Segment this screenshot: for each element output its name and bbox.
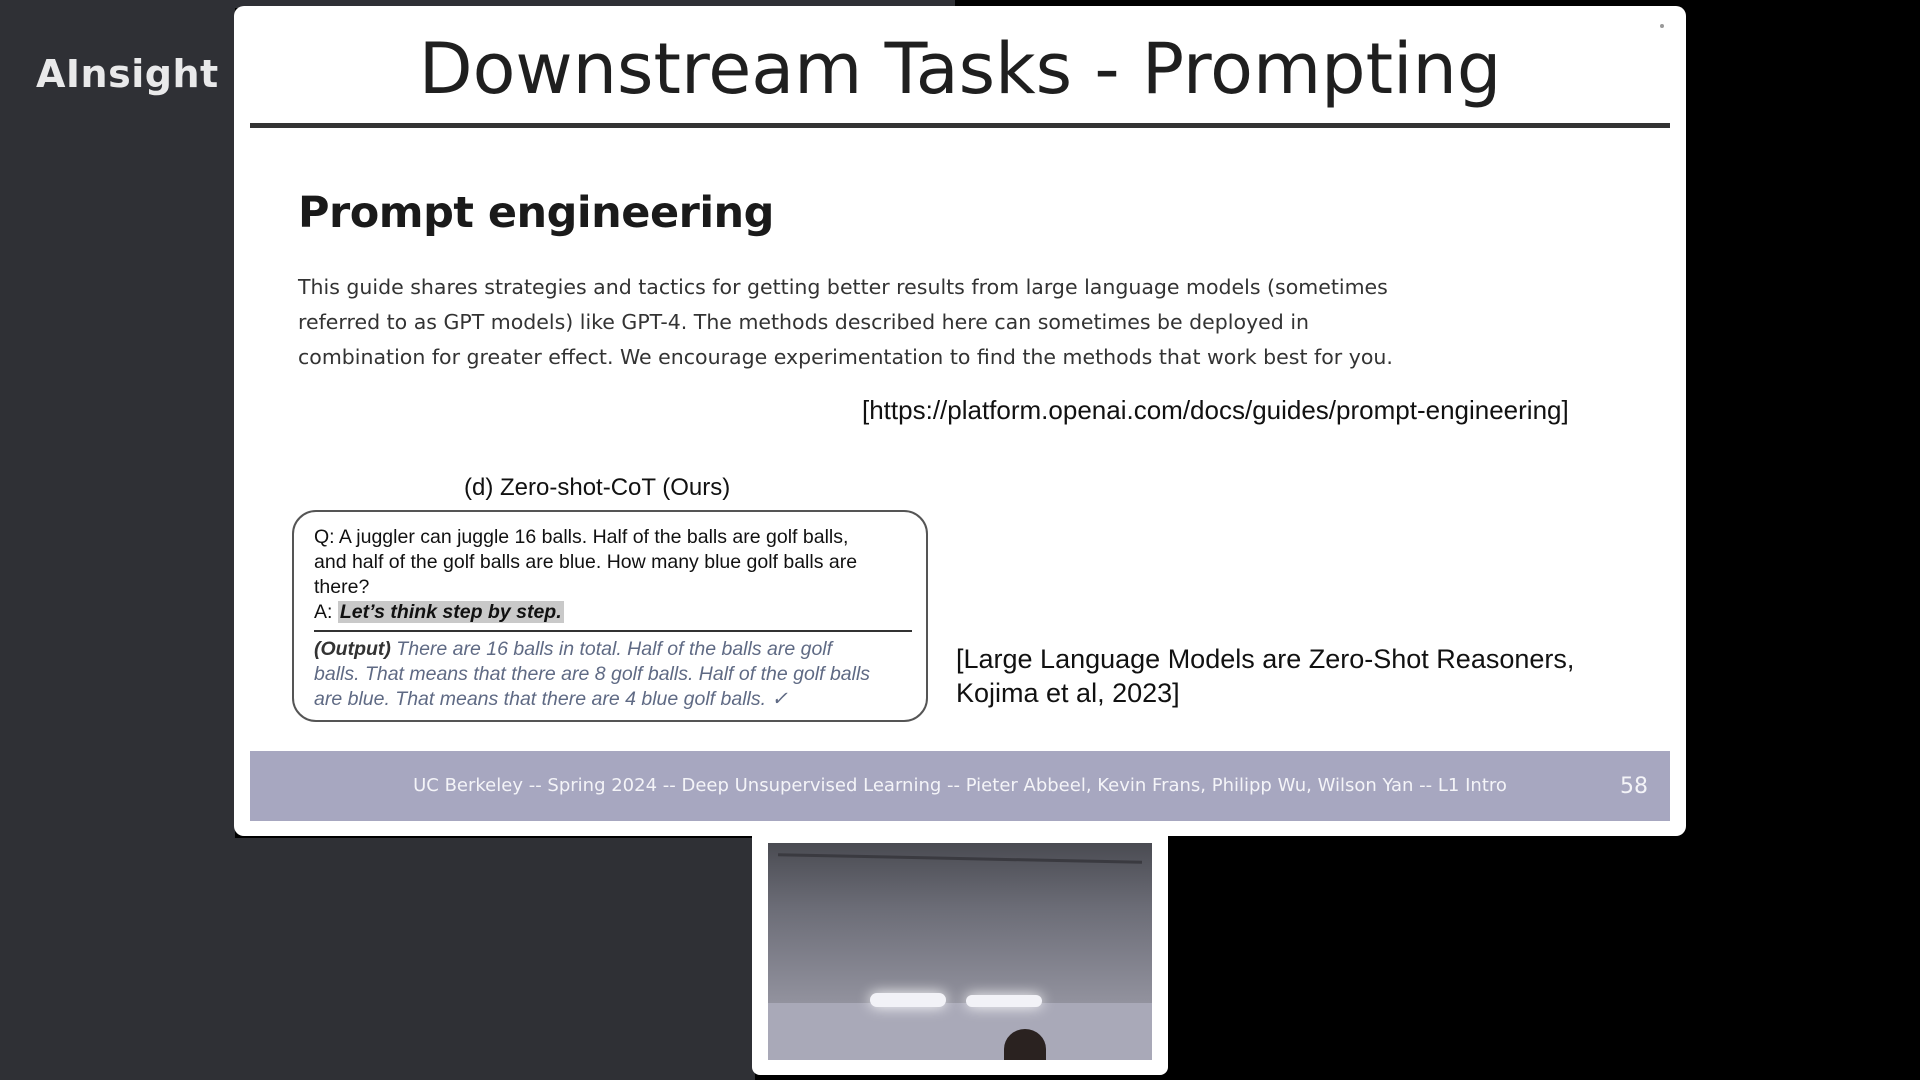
classroom-wall (768, 1003, 1152, 1060)
citation-line: [Large Language Models are Zero-Shot Rea… (956, 644, 1575, 674)
slide-number: 58 (1620, 774, 1648, 799)
webcam-overlay (752, 835, 1168, 1075)
ceiling-rail (778, 853, 1142, 864)
question-line: and half of the golf balls are blue. How… (314, 551, 858, 573)
title-underline (250, 123, 1670, 128)
example-divider (314, 630, 912, 632)
intro-line: This guide shares strategies and tactics… (298, 275, 1388, 299)
answer-prefix: A: (314, 601, 338, 623)
ceiling-light (870, 993, 946, 1007)
example-question: Q: A juggler can juggle 16 balls. Half o… (314, 525, 912, 600)
zero-shot-cot-example: Q: A juggler can juggle 16 balls. Half o… (292, 510, 928, 722)
example-answer: A: Let’s think step by step. (314, 600, 564, 625)
output-text: There are 16 balls in total. Half of the… (390, 638, 833, 660)
output-line: (Output) There are 16 balls in total. Ha… (314, 637, 912, 662)
slide-footer: UC Berkeley -- Spring 2024 -- Deep Unsup… (250, 751, 1670, 821)
presentation-slide: Downstream Tasks - Prompting Prompt engi… (234, 6, 1686, 836)
ceiling-light (966, 995, 1042, 1007)
slide-title: Downstream Tasks - Prompting (418, 28, 1502, 110)
dark-background-left (0, 0, 235, 1080)
source-url: [https://platform.openai.com/docs/guides… (862, 395, 1569, 425)
intro-paragraph: This guide shares strategies and tactics… (298, 270, 1418, 375)
webcam-video (768, 843, 1152, 1060)
intro-line: referred to as GPT models) like GPT-4. T… (298, 310, 1310, 334)
section-heading: Prompt engineering (298, 188, 774, 238)
footer-text: UC Berkeley -- Spring 2024 -- Deep Unsup… (413, 775, 1507, 796)
dark-background-bottom (235, 838, 755, 1080)
intro-line: combination for greater effect. We encou… (298, 345, 1393, 369)
output-line: balls. That means that there are 8 golf … (314, 663, 871, 685)
question-line: Q: A juggler can juggle 16 balls. Half o… (314, 526, 849, 548)
example-output: (Output) There are 16 balls in total. Ha… (314, 637, 912, 712)
figure-caption: (d) Zero-shot-CoT (Ours) (464, 474, 731, 501)
watermark-brand: AInsight (36, 52, 219, 96)
question-line: there? (314, 576, 370, 598)
classroom-ceiling (768, 843, 1152, 1003)
output-label: (Output) (314, 638, 391, 660)
output-line: are blue. That means that there are 4 bl… (314, 688, 788, 710)
citation-line: Kojima et al, 2023] (956, 678, 1180, 708)
paper-citation: [Large Language Models are Zero-Shot Rea… (956, 642, 1574, 710)
answer-prompt-highlight: Let’s think step by step. (337, 601, 564, 623)
